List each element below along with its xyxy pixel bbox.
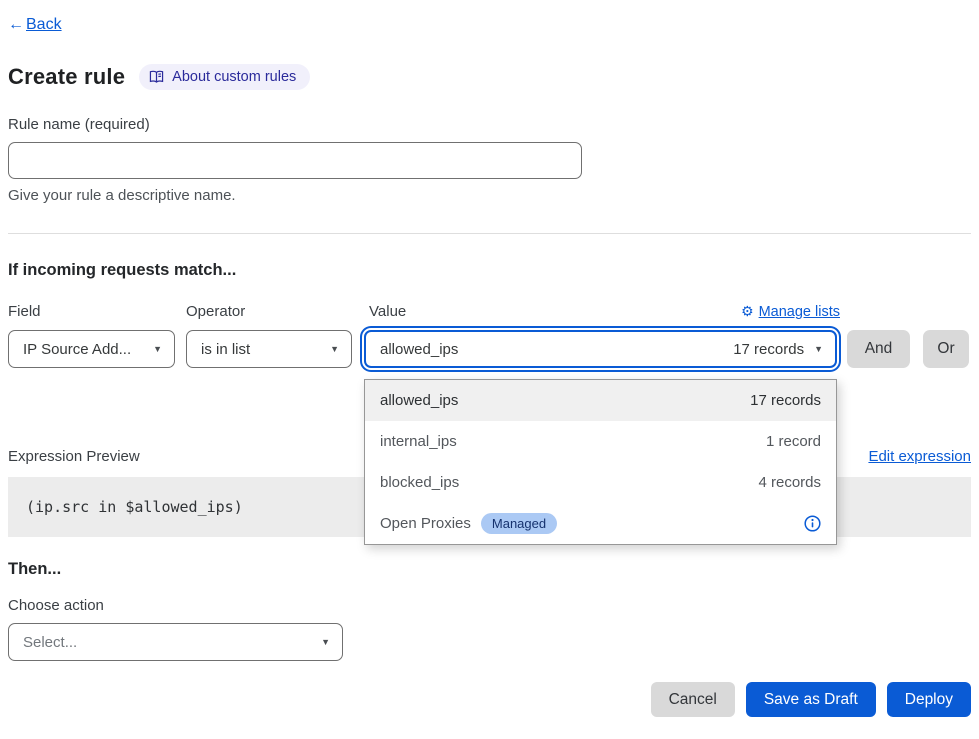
chevron-down-icon: ▼ (321, 637, 330, 647)
back-row: ←Back (8, 16, 971, 34)
back-link[interactable]: Back (26, 16, 62, 33)
or-button[interactable]: Or (923, 330, 969, 368)
list-item-name: blocked_ips (380, 474, 459, 491)
field-select[interactable]: IP Source Add... ▼ (8, 330, 175, 368)
managed-badge: Managed (481, 513, 557, 534)
deploy-button[interactable]: Deploy (887, 682, 971, 717)
operator-label: Operator (186, 303, 352, 320)
list-item-open-proxies[interactable]: Open Proxies Managed (365, 503, 836, 544)
action-select-placeholder: Select... (23, 634, 77, 651)
info-icon[interactable] (804, 515, 821, 532)
value-header: Value ⚙ Manage lists (361, 303, 840, 320)
field-label: Field (8, 303, 175, 320)
manage-lists-link[interactable]: Manage lists (759, 304, 840, 320)
rule-name-input[interactable] (8, 142, 582, 179)
title-row: Create rule About custom rules (8, 64, 971, 90)
value-label: Value (369, 303, 406, 320)
value-column: Value ⚙ Manage lists allowed_ips 17 reco… (361, 303, 840, 368)
value-select[interactable]: allowed_ips 17 records ▼ (364, 330, 837, 368)
chevron-down-icon: ▼ (330, 344, 339, 354)
choose-action-label: Choose action (8, 597, 971, 614)
chevron-down-icon: ▼ (814, 344, 823, 354)
value-select-meta: 17 records (733, 341, 804, 358)
condition-area: Field IP Source Add... ▼ Operator is in … (8, 303, 971, 368)
list-item-allowed-ips[interactable]: allowed_ips 17 records (365, 380, 836, 421)
list-item-name: allowed_ips (380, 392, 458, 409)
rule-name-label: Rule name (required) (8, 116, 971, 133)
chevron-down-icon: ▼ (153, 344, 162, 354)
gear-icon: ⚙ (741, 303, 754, 320)
operator-column: Operator is in list ▼ (186, 303, 352, 368)
save-as-draft-button[interactable]: Save as Draft (746, 682, 876, 717)
book-icon (149, 70, 164, 84)
rule-name-group: Rule name (required) Give your rule a de… (8, 116, 971, 204)
field-select-value: IP Source Add... (23, 341, 131, 358)
list-item-meta: 17 records (750, 392, 821, 409)
action-select[interactable]: Select... ▼ (8, 623, 343, 661)
cancel-button[interactable]: Cancel (651, 682, 735, 717)
about-custom-rules-link[interactable]: About custom rules (139, 64, 310, 90)
back-arrow-icon[interactable]: ← (8, 16, 24, 33)
page-title: Create rule (8, 64, 125, 90)
list-item-blocked-ips[interactable]: blocked_ips 4 records (365, 462, 836, 503)
value-select-name: allowed_ips (380, 341, 458, 358)
lists-dropdown: allowed_ips 17 records internal_ips 1 re… (364, 379, 837, 545)
expression-preview-label: Expression Preview (8, 448, 140, 465)
about-custom-rules-label: About custom rules (172, 69, 296, 85)
section-divider (8, 233, 971, 234)
rule-name-helper: Give your rule a descriptive name. (8, 187, 971, 204)
manage-lists: ⚙ Manage lists (741, 303, 840, 320)
condition-row: Field IP Source Add... ▼ Operator is in … (8, 303, 971, 368)
create-rule-page: ←Back Create rule About custom rules Rul… (0, 0, 979, 717)
and-button[interactable]: And (847, 330, 910, 368)
edit-expression-link[interactable]: Edit expression (868, 448, 971, 465)
list-item-internal-ips[interactable]: internal_ips 1 record (365, 421, 836, 462)
operator-select-value: is in list (201, 341, 250, 358)
then-heading: Then... (8, 560, 971, 579)
list-item-name: internal_ips (380, 433, 457, 450)
list-item-meta: 4 records (758, 474, 821, 491)
expression-code: (ip.src in $allowed_ips) (26, 498, 243, 516)
list-item-meta: 1 record (766, 433, 821, 450)
field-column: Field IP Source Add... ▼ (8, 303, 175, 368)
footer-actions: Cancel Save as Draft Deploy (8, 682, 971, 717)
operator-select[interactable]: is in list ▼ (186, 330, 352, 368)
match-heading: If incoming requests match... (8, 261, 971, 280)
list-item-name: Open Proxies (380, 515, 471, 532)
